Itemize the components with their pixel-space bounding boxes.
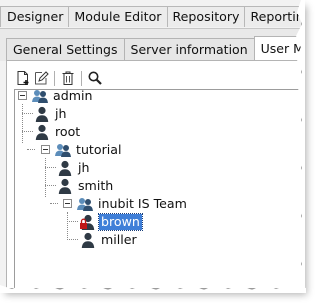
tree-connector <box>67 212 68 240</box>
user-management-panel: admin jh root tutorial jh smith inubit I… <box>6 60 301 288</box>
window-frame: Designer Module Editor Repository Report… <box>0 0 302 289</box>
tab-repository[interactable]: Repository <box>166 6 246 27</box>
collapse-toggle-tutorial[interactable] <box>41 145 50 154</box>
tree-connector <box>67 221 78 222</box>
delete-icon <box>62 71 74 85</box>
user-icon <box>35 124 49 140</box>
tree-toolbar <box>14 69 104 87</box>
tree-connector <box>22 113 33 114</box>
tree-node-label: jh <box>78 160 90 175</box>
edit-icon <box>35 71 49 85</box>
user-icon <box>35 106 49 122</box>
user-icon <box>81 232 95 248</box>
tree-connector <box>45 158 46 197</box>
new-document-icon <box>17 71 29 85</box>
tree-node-admin[interactable]: admin <box>31 87 94 105</box>
toolbar-separator <box>54 70 55 86</box>
torn-edge-right <box>293 0 305 290</box>
delete-button[interactable] <box>59 69 77 87</box>
new-document-button[interactable] <box>14 69 32 87</box>
tab-designer[interactable]: Designer <box>0 6 70 27</box>
sub-tab-bar: General Settings Server information User… <box>6 36 301 60</box>
tree-node-label: brown <box>98 213 143 231</box>
edit-button[interactable] <box>32 69 50 87</box>
tree-connector <box>22 104 23 143</box>
search-button[interactable] <box>86 69 104 87</box>
tab-server-information[interactable]: Server information <box>123 38 255 60</box>
tree-node-label: smith <box>78 178 114 193</box>
search-icon <box>88 71 102 85</box>
main-tab-bar: Designer Module Editor Repository Report… <box>0 6 301 28</box>
tree-node-user-jh[interactable]: jh <box>56 159 91 177</box>
tree-node-team[interactable]: inubit IS Team <box>76 195 189 213</box>
tree-node-user-root[interactable]: root <box>33 123 82 141</box>
tree-node-user-miller[interactable]: miller <box>79 231 139 249</box>
tree-node-user-smith[interactable]: smith <box>56 177 115 195</box>
group-icon <box>32 90 48 103</box>
user-tree[interactable]: admin jh root tutorial jh smith inubit I… <box>14 87 301 288</box>
tree-connector <box>67 239 78 240</box>
tree-node-label: root <box>55 124 81 139</box>
tree-node-user-jh[interactable]: jh <box>33 105 68 123</box>
collapse-toggle-team[interactable] <box>63 199 72 208</box>
toolbar-separator <box>81 70 82 86</box>
group-icon <box>77 198 93 211</box>
user-icon <box>58 160 72 176</box>
tree-connector <box>27 149 35 150</box>
user-icon <box>58 178 72 194</box>
collapse-toggle-admin[interactable] <box>18 91 27 100</box>
tree-connector <box>50 203 58 204</box>
tab-general-settings[interactable]: General Settings <box>6 38 125 60</box>
tab-module-editor[interactable]: Module Editor <box>68 6 168 27</box>
tree-node-label: miller <box>101 232 137 247</box>
tree-node-tutorial[interactable]: tutorial <box>54 141 123 159</box>
locked-user-icon <box>80 214 95 230</box>
tree-connector <box>22 131 33 132</box>
tree-node-label: inubit IS Team <box>98 196 187 211</box>
tree-connector <box>45 167 56 168</box>
torn-edge-bottom <box>0 284 306 293</box>
tree-node-user-brown[interactable]: brown <box>79 213 143 231</box>
tree-node-label: tutorial <box>76 142 122 157</box>
tree-node-label: jh <box>55 106 67 121</box>
tree-connector <box>45 185 56 186</box>
group-icon <box>55 144 71 157</box>
tree-node-label: admin <box>53 88 93 103</box>
